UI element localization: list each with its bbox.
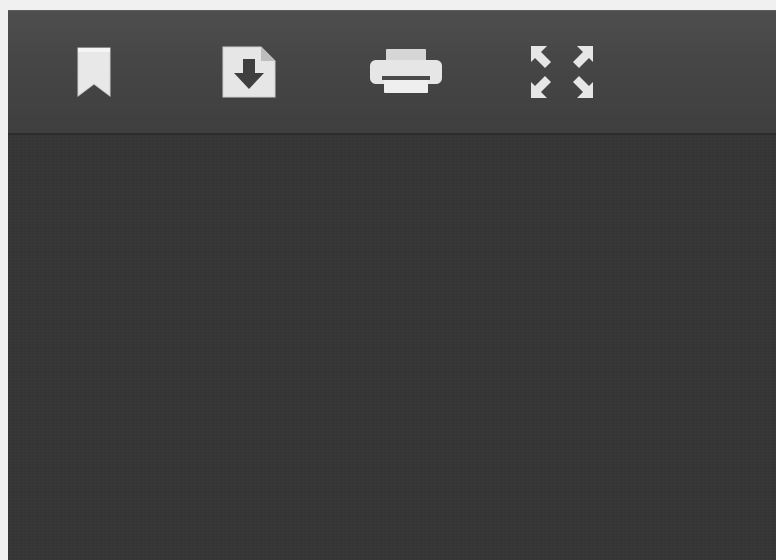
download-icon <box>222 46 276 98</box>
download-button[interactable] <box>207 36 291 108</box>
fullscreen-button[interactable] <box>520 36 604 108</box>
bookmark-icon <box>77 47 111 97</box>
document-viewport[interactable] <box>8 135 776 560</box>
print-icon <box>370 49 442 93</box>
viewer-window <box>8 10 776 560</box>
toolbar <box>8 10 776 135</box>
bookmark-button[interactable] <box>52 36 136 108</box>
fullscreen-icon <box>531 46 593 98</box>
print-button[interactable] <box>364 36 448 108</box>
